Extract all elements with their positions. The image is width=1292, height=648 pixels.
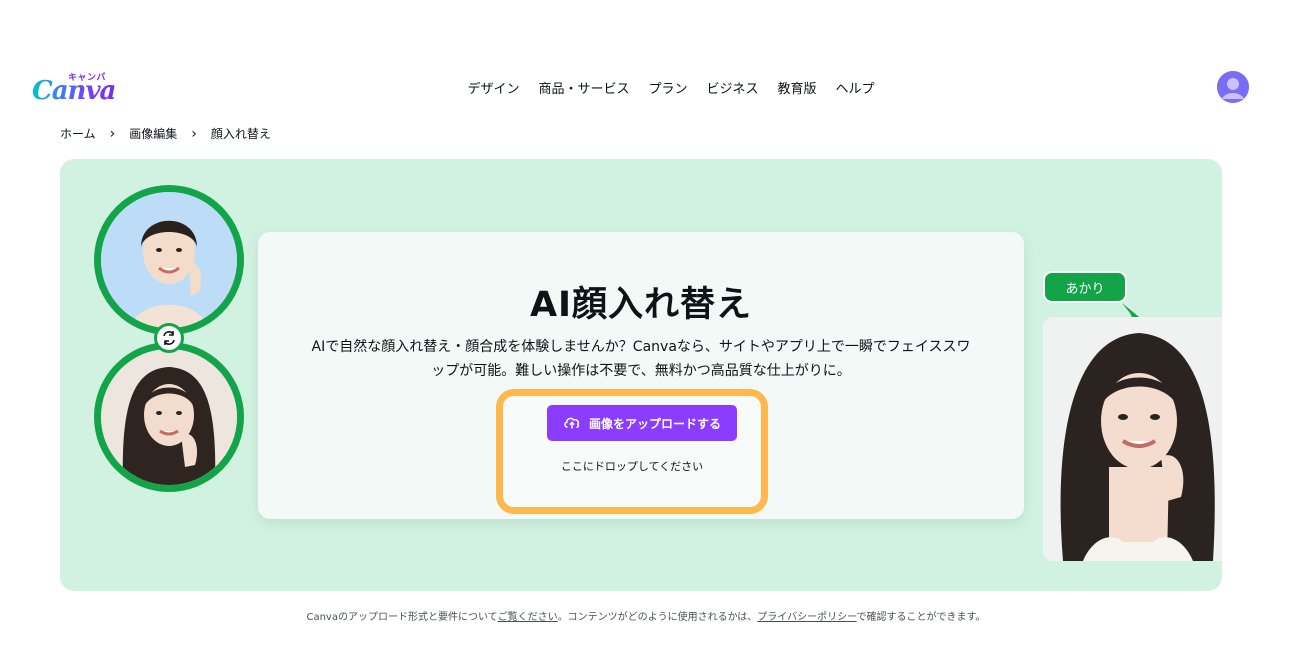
nav-item-help[interactable]: ヘルプ xyxy=(836,78,875,97)
privacy-policy-link[interactable]: プライバシーポリシー xyxy=(757,612,856,623)
hero-section: AI顔入れ替え AIで自然な顔入れ替え・顔合成を体験しませんか？Canvaなら、… xyxy=(60,159,1222,591)
footnote-text-3: で確認することができます。 xyxy=(856,612,986,623)
hero-description: AIで自然な顔入れ替え・顔合成を体験しませんか？Canvaなら、サイトやアプリ上… xyxy=(311,339,971,379)
page-title: AI顔入れ替え xyxy=(529,285,753,325)
requirements-link[interactable]: ご覧ください xyxy=(498,612,558,623)
result-photo xyxy=(1043,317,1222,561)
footnote-text-2: 。コンテンツがどのように使用されるかは、 xyxy=(557,612,758,623)
user-avatar-icon[interactable] xyxy=(1217,71,1249,103)
source-face-photo xyxy=(94,185,244,335)
nav-item-business[interactable]: ビジネス xyxy=(707,78,759,97)
drop-zone[interactable]: 画像をアップロードする ここにドロップしてください xyxy=(496,389,768,514)
nav-item-products[interactable]: 商品・サービス xyxy=(538,78,629,97)
chevron-right-icon: › xyxy=(191,125,197,142)
upload-card: AI顔入れ替え AIで自然な顔入れ替え・顔合成を体験しませんか？Canvaなら、… xyxy=(258,232,1024,519)
breadcrumb-face-swap: 顔入れ替え xyxy=(210,127,271,141)
upload-footnote: Canvaのアップロード形式と要件についてご覧ください。コンテンツがどのように使… xyxy=(0,608,1292,623)
target-face-photo xyxy=(94,342,244,492)
main-nav: デザイン 商品・サービス プラン ビジネス 教育版 ヘルプ xyxy=(0,78,1292,97)
upload-image-button[interactable]: 画像をアップロードする xyxy=(547,405,737,441)
drop-hint: ここにドロップしてください xyxy=(560,460,704,473)
name-tag: あかり xyxy=(1043,271,1127,303)
footnote-text-1: Canvaのアップロード形式と要件について xyxy=(306,612,498,623)
nav-item-education[interactable]: 教育版 xyxy=(778,78,817,97)
swap-arrows-icon xyxy=(154,323,184,353)
nav-item-plans[interactable]: プラン xyxy=(648,78,687,97)
cloud-upload-icon xyxy=(563,414,581,433)
upload-button-label: 画像をアップロードする xyxy=(588,416,721,431)
chevron-right-icon: › xyxy=(109,125,116,142)
breadcrumb: ホーム › 画像編集 › 顔入れ替え xyxy=(60,125,271,142)
breadcrumb-home[interactable]: ホーム xyxy=(60,125,96,142)
breadcrumb-photo-editor[interactable]: 画像編集 xyxy=(129,125,177,142)
nav-item-design[interactable]: デザイン xyxy=(467,78,519,97)
